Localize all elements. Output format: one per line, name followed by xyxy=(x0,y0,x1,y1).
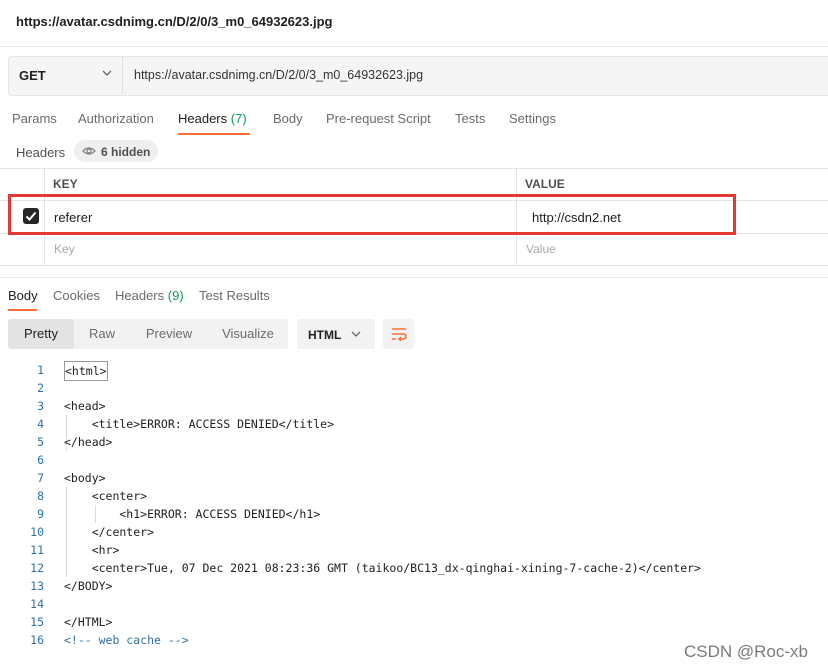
line-number: 1 xyxy=(37,363,44,377)
active-response-tab-indicator xyxy=(8,309,37,311)
line-number: 11 xyxy=(30,543,44,557)
view-visualize-button[interactable]: Visualize xyxy=(208,319,288,349)
view-pretty-button[interactable]: Pretty xyxy=(8,319,74,349)
line-number: 6 xyxy=(37,453,44,467)
code-line: 2 xyxy=(0,379,828,397)
watermark: CSDN @Roc-xb xyxy=(684,642,808,661)
tab-label: Settings xyxy=(509,111,556,126)
code-text: </HTML> xyxy=(64,615,113,629)
code-text: <head> xyxy=(64,399,106,413)
code-line: 12 <center>Tue, 07 Dec 2021 08:23:36 GMT… xyxy=(0,559,828,577)
response-tab-headers[interactable]: Headers (9) xyxy=(115,288,184,303)
code-line: 11 <hr> xyxy=(0,541,828,559)
format-label: HTML xyxy=(308,328,342,342)
code-text: <h1>ERROR: ACCESS DENIED</h1> xyxy=(64,507,321,521)
column-header-key: KEY xyxy=(53,177,78,191)
code-line: 9 <h1>ERROR: ACCESS DENIED</h1> xyxy=(0,505,828,523)
tab-pre-request-script[interactable]: Pre-request Script xyxy=(326,111,431,126)
wrap-lines-icon xyxy=(392,328,407,342)
tab-tests[interactable]: Tests xyxy=(455,111,485,126)
line-number: 8 xyxy=(37,489,44,503)
tab-label: Headers xyxy=(178,111,228,126)
response-tab-test-results[interactable]: Test Results xyxy=(199,288,270,303)
line-number: 4 xyxy=(37,417,44,431)
code-line: 3 <head> xyxy=(0,397,828,415)
tab-params[interactable]: Params xyxy=(12,111,57,126)
response-tab-label: Cookies xyxy=(53,288,100,303)
line-number: 15 xyxy=(30,615,44,629)
line-number: 3 xyxy=(37,399,44,413)
highlight-annotation xyxy=(8,194,736,235)
active-tab-indicator xyxy=(178,133,250,135)
response-tab-label: Headers xyxy=(115,288,165,303)
tab-label: Authorization xyxy=(78,111,154,126)
code-line: 15 </HTML> xyxy=(0,613,828,631)
table-border xyxy=(0,168,828,169)
code-text: <title>ERROR: ACCESS DENIED</title> xyxy=(64,417,335,431)
line-number: 12 xyxy=(30,561,44,575)
tab-settings[interactable]: Settings xyxy=(509,111,556,126)
code-line: 4 <title>ERROR: ACCESS DENIED</title> xyxy=(0,415,828,433)
code-line: 14 xyxy=(0,595,828,613)
code-text: </head> xyxy=(64,435,113,449)
request-title: https://avatar.csdnimg.cn/D/2/0/3_m0_649… xyxy=(16,14,333,29)
new-value-placeholder[interactable]: Value xyxy=(526,242,556,256)
line-number: 5 xyxy=(37,435,44,449)
tab-count: (7) xyxy=(230,111,247,126)
code-text: <hr> xyxy=(64,543,120,557)
response-tab-cookies[interactable]: Cookies xyxy=(53,288,100,303)
code-line: 6 xyxy=(0,451,828,469)
code-line: 13 </BODY> xyxy=(0,577,828,595)
code-text: <!-- web cache --> xyxy=(64,633,189,647)
response-tab-count: (9) xyxy=(167,288,184,303)
tab-headers[interactable]: Headers (7) xyxy=(178,111,247,126)
line-number: 2 xyxy=(37,381,44,395)
code-text: <center>Tue, 07 Dec 2021 08:23:36 GMT (t… xyxy=(64,561,701,575)
table-border xyxy=(0,265,828,266)
headers-label: Headers xyxy=(16,145,66,160)
code-text: </center> xyxy=(64,525,155,539)
line-number: 9 xyxy=(37,507,44,521)
tab-label: Body xyxy=(273,111,303,126)
code-line: 8 <center> xyxy=(0,487,828,505)
code-text: </BODY> xyxy=(64,579,113,593)
response-body-code[interactable]: 1 <html> 2 3 <head> 4 <title>ERROR: ACCESS DE… xyxy=(0,361,828,649)
response-tab-body[interactable]: Body xyxy=(8,288,38,303)
url-input[interactable] xyxy=(134,68,734,82)
tab-label: Params xyxy=(12,111,57,126)
method-label: GET xyxy=(19,68,46,83)
code-line: 1 <html> xyxy=(0,361,828,381)
eye-icon xyxy=(82,147,96,155)
hidden-count: 6 hidden xyxy=(101,145,151,159)
view-raw-button[interactable]: Raw xyxy=(74,319,130,349)
line-number: 7 xyxy=(37,471,44,485)
new-key-placeholder[interactable]: Key xyxy=(54,242,75,256)
view-preview-button[interactable]: Preview xyxy=(130,319,208,349)
line-number: 14 xyxy=(30,597,44,611)
column-header-value: VALUE xyxy=(525,177,565,191)
tab-label: Pre-request Script xyxy=(326,111,431,126)
response-tab-label: Body xyxy=(8,288,38,303)
code-line: 10 </center> xyxy=(0,523,828,541)
code-line: 7 <body> xyxy=(0,469,828,487)
code-text: <center> xyxy=(64,489,148,503)
divider xyxy=(0,46,828,47)
code-text: <html> xyxy=(64,361,108,381)
code-text: <body> xyxy=(64,471,106,485)
tab-label: Tests xyxy=(455,111,486,126)
chevron-down-icon[interactable] xyxy=(100,66,114,80)
response-tab-label: Test Results xyxy=(199,288,270,303)
line-number: 13 xyxy=(30,579,44,593)
line-number: 10 xyxy=(30,525,44,539)
tab-body[interactable]: Body xyxy=(273,111,303,126)
line-number: 16 xyxy=(30,633,44,647)
divider xyxy=(0,277,828,278)
tab-authorization[interactable]: Authorization xyxy=(78,111,154,126)
code-line: 5 </head> xyxy=(0,433,828,451)
chevron-down-icon xyxy=(351,331,361,337)
